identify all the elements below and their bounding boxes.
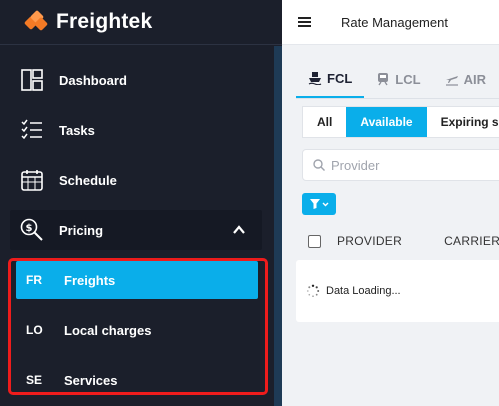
tab-air[interactable]: AIR: [433, 60, 498, 98]
calendar-icon: [20, 168, 44, 192]
filter-expiring-button[interactable]: Expiring so: [427, 107, 499, 137]
menu-icon[interactable]: [298, 15, 311, 29]
train-icon: [378, 73, 389, 86]
loading-card: Data Loading...: [296, 260, 499, 322]
tab-label: LCL: [395, 71, 421, 87]
main-content: FCL LCL AIR All Available Expiring so PR…: [282, 46, 499, 406]
sidebar-item-label: Pricing: [59, 222, 104, 238]
sidebar-scrollbar[interactable]: [274, 46, 282, 406]
sidebar-item-tasks[interactable]: Tasks: [10, 110, 262, 150]
sidebar-item-label: Tasks: [59, 122, 95, 138]
spinner-icon: [306, 284, 320, 297]
tab-lcl[interactable]: LCL: [364, 60, 432, 98]
filter-icon: [310, 199, 329, 209]
sidebar-item-schedule[interactable]: Schedule: [10, 160, 262, 200]
search-icon: [313, 159, 325, 171]
advanced-filter-button[interactable]: [302, 193, 336, 215]
sidebar-item-label: Dashboard: [59, 72, 127, 88]
tab-label: FCL: [327, 70, 353, 86]
chevron-up-icon[interactable]: [232, 223, 246, 240]
pricing-icon: $: [20, 218, 44, 242]
filter-all-button[interactable]: All: [303, 107, 346, 137]
svg-text:$: $: [26, 223, 33, 234]
freightek-logo-icon: [23, 9, 49, 34]
tasks-icon: [20, 118, 44, 142]
mode-tabs: FCL LCL AIR: [296, 60, 498, 98]
table-header: PROVIDER CARRIER: [302, 229, 499, 253]
tab-fcl[interactable]: FCL: [296, 60, 365, 98]
sidebar: Freightek Dashboard Tasks Schedule $ Pri…: [0, 0, 282, 406]
dashboard-icon: [20, 68, 44, 92]
sidebar-item-dashboard[interactable]: Dashboard: [10, 60, 262, 100]
column-header-carrier[interactable]: CARRIER: [444, 234, 499, 248]
sidebar-item-label: Schedule: [59, 172, 117, 188]
brand-divider: [0, 44, 282, 45]
ship-icon: [308, 72, 322, 85]
loading-text: Data Loading...: [326, 285, 401, 297]
page-title: Rate Management: [341, 14, 448, 30]
sidebar-item-pricing[interactable]: $ Pricing: [10, 210, 262, 250]
filter-available-button[interactable]: Available: [346, 107, 427, 137]
column-header-provider[interactable]: PROVIDER: [337, 234, 402, 248]
tabs-divider: [296, 98, 499, 99]
availability-filter: All Available Expiring so: [302, 106, 499, 138]
plane-icon: [445, 76, 458, 86]
provider-search: [302, 149, 499, 181]
brand-name: Freightek: [56, 10, 153, 33]
topbar: Rate Management: [282, 0, 499, 45]
highlight-box: [8, 258, 268, 395]
tab-label: AIR: [463, 71, 486, 87]
select-all-checkbox[interactable]: [308, 234, 321, 248]
brand[interactable]: Freightek: [23, 8, 153, 36]
search-input[interactable]: [331, 157, 491, 173]
